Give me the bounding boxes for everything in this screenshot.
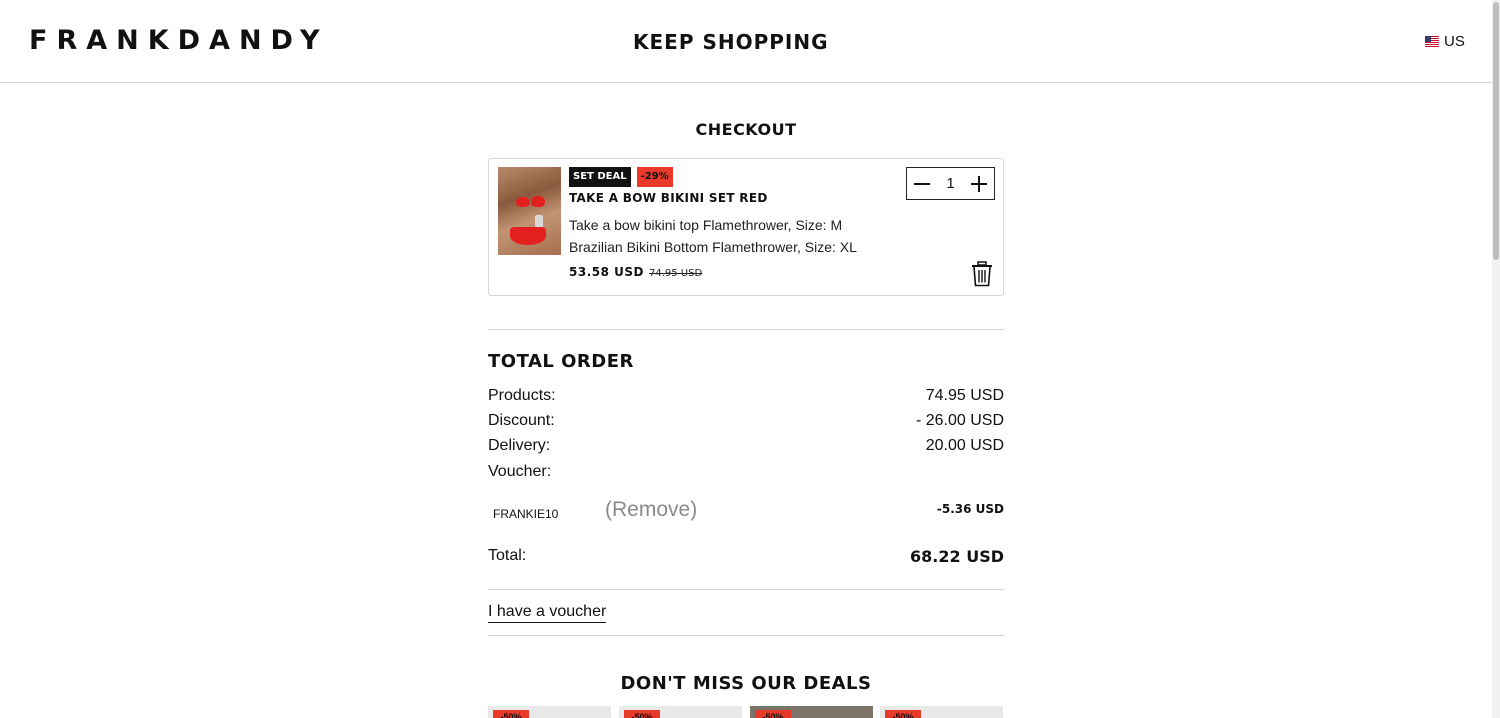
product-image[interactable] — [498, 167, 561, 255]
deal-discount-badge: -50% — [885, 710, 921, 718]
product-badges: SET DEAL -29% — [569, 167, 673, 187]
product-variant-bottom: Brazilian Bikini Bottom Flamethrower, Si… — [569, 239, 857, 255]
product-name[interactable]: TAKE A BOW BIKINI SET RED — [569, 191, 768, 205]
deal-discount-badge: -50% — [755, 710, 791, 718]
keep-shopping-link[interactable]: KEEP SHOPPING — [633, 30, 829, 54]
price-current: 53.58 USD — [569, 265, 644, 279]
have-voucher-link[interactable]: I have a voucher — [488, 603, 607, 623]
scrollbar-thumb[interactable] — [1493, 2, 1499, 260]
quantity-value[interactable]: 1 — [946, 175, 954, 192]
checkout-title: CHECKOUT — [695, 120, 797, 139]
total-row: Total: 68.22 USD — [488, 547, 1004, 566]
bikini-top-left — [516, 197, 530, 207]
delivery-value: 20.00 USD — [925, 437, 1004, 454]
discount-row: Discount: - 26.00 USD — [488, 412, 1004, 430]
quantity-stepper: 1 — [906, 167, 995, 200]
minus-icon — [914, 182, 930, 185]
divider — [488, 589, 1004, 590]
product-price: 53.58 USD 74.95 USD — [569, 265, 702, 279]
set-deal-badge: SET DEAL — [569, 167, 631, 187]
voucher-code: FRANKIE10 — [493, 507, 559, 521]
frankdandy-logo[interactable]: FRANKDANDY — [29, 26, 329, 56]
voucher-value: -5.36 USD — [936, 502, 1004, 516]
delivery-row: Delivery: 20.00 USD — [488, 437, 1004, 455]
us-flag-icon — [1425, 36, 1439, 47]
deals-title: DON'T MISS OUR DEALS — [620, 673, 872, 694]
deal-card[interactable]: -50% — [488, 706, 611, 718]
bikini-bottom — [510, 227, 546, 245]
page-scrollbar[interactable] — [1492, 0, 1500, 718]
country-label: US — [1444, 33, 1465, 50]
deal-card[interactable]: -50% — [619, 706, 742, 718]
site-header: FRANKDANDY KEEP SHOPPING US — [0, 0, 1492, 83]
total-label: Total: — [488, 547, 527, 564]
products-row: Products: 74.95 USD — [488, 387, 1004, 405]
total-value: 68.22 USD — [910, 547, 1004, 566]
deal-card[interactable]: -50% — [750, 706, 873, 718]
remove-voucher-link[interactable]: (Remove) — [605, 498, 697, 522]
discount-badge: -29% — [636, 167, 673, 187]
discount-value: - 26.00 USD — [915, 412, 1004, 429]
plus-icon-vertical — [978, 175, 980, 192]
country-selector[interactable]: US — [1425, 33, 1465, 50]
total-order-title: TOTAL ORDER — [488, 351, 634, 372]
discount-label: Discount: — [488, 412, 555, 429]
deal-discount-badge: -50% — [493, 710, 529, 718]
deal-card[interactable]: -50% — [880, 706, 1003, 718]
voucher-label: Voucher: — [488, 463, 552, 480]
products-label: Products: — [488, 387, 556, 404]
bikini-top-right — [531, 196, 545, 207]
price-original: 74.95 USD — [648, 268, 703, 279]
divider — [488, 635, 1004, 636]
deal-discount-badge: -50% — [624, 710, 660, 718]
increase-quantity-button[interactable] — [971, 175, 987, 192]
cart-item: SET DEAL -29% TAKE A BOW BIKINI SET RED … — [488, 158, 1004, 296]
trash-icon[interactable] — [971, 261, 993, 287]
decrease-quantity-button[interactable] — [914, 176, 930, 192]
delivery-label: Delivery: — [488, 437, 551, 454]
products-value: 74.95 USD — [925, 387, 1004, 404]
product-variant-top: Take a bow bikini top Flamethrower, Size… — [569, 217, 843, 233]
voucher-row: Voucher: — [488, 463, 1004, 481]
divider — [488, 329, 1004, 330]
